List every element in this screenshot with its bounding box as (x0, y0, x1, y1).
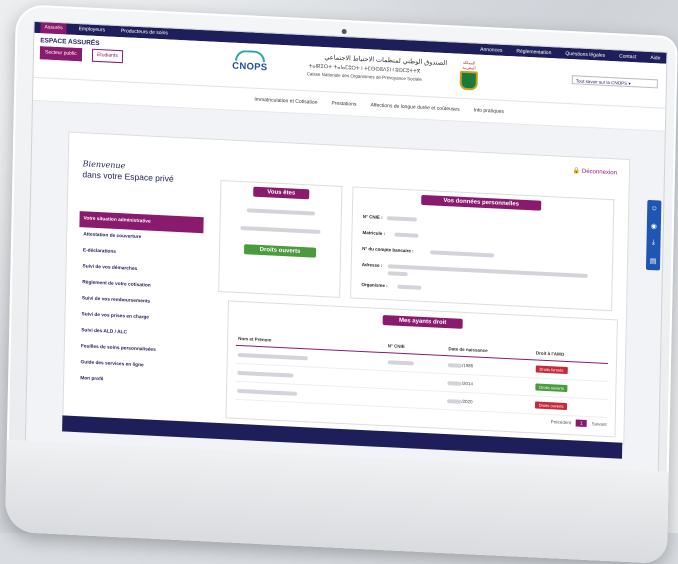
droit-badge: Droits ouverts (535, 383, 568, 393)
content-card: 🔒 Déconnexion Bienvenue dans votre Espac… (62, 131, 631, 445)
deconnexion-link[interactable]: 🔒 Déconnexion (573, 167, 617, 176)
link-aide[interactable]: Aide (650, 55, 660, 61)
link-questions[interactable]: Questions légales (565, 50, 605, 58)
tout-savoir-label: Tout savoir sur la CNOPS (575, 78, 628, 86)
lock-icon: 🔒 (572, 168, 581, 175)
book-icon[interactable]: ▤ (650, 257, 657, 265)
redacted-cell (237, 370, 294, 378)
vous-etes-title: Vous êtes (253, 186, 310, 200)
secteur-public-button[interactable]: Secteur public (39, 46, 82, 62)
birth-date: /1985 (462, 362, 474, 369)
redacted-matricule (394, 232, 419, 238)
download-icon[interactable]: ⤓ (652, 240, 655, 248)
camera-dot (341, 28, 347, 35)
deconnexion-label: Déconnexion (581, 168, 617, 177)
field-cnie: N° CNIE : (362, 213, 383, 220)
droit-badge: Droits fermés (535, 365, 568, 375)
kingdom-emblem-icon: المملكة المغربية (458, 59, 481, 91)
screen: Assurés Employeurs Producteurs de soins … (24, 20, 668, 474)
welcome-title: dans votre Espace privé (82, 169, 174, 184)
pager-prev[interactable]: Précédent (551, 419, 572, 425)
redacted-cnie (386, 216, 417, 222)
location-icon[interactable]: ◉ (651, 222, 657, 230)
redacted-status (240, 226, 321, 234)
nav-immatriculation[interactable]: Immatriculation et Cotisation (254, 97, 317, 106)
tout-savoir-dropdown[interactable]: Tout savoir sur la CNOPS ▾ (571, 75, 658, 89)
donnees-title: Vos données personnelles (421, 194, 542, 211)
field-matricule: Matricule : (362, 229, 386, 237)
field-organisme: Organisme : (361, 281, 388, 289)
cnops-logo[interactable]: CNOPS (228, 49, 273, 79)
redacted-organisme (397, 284, 422, 290)
birth-date: /2014 (461, 380, 474, 387)
side-tools: ☺ ◉ ⤓ ▤ (645, 199, 662, 271)
pagination: Précédent 1 Suivant (551, 418, 607, 428)
redacted-adresse (387, 264, 588, 278)
redacted-name (246, 208, 315, 216)
link-reglementation[interactable]: Réglementation (516, 48, 551, 56)
redacted-cell (447, 380, 462, 386)
field-adresse: Adresse : (361, 261, 383, 268)
link-annonces[interactable]: Annonces (480, 46, 502, 53)
redacted-cell (447, 398, 462, 404)
espace-title: ESPACE ASSURÉS (40, 37, 100, 48)
link-contact[interactable]: Contact (619, 53, 636, 60)
droit-badge: Droits ouverts (534, 401, 568, 411)
side-menu: Votre situation administrative Attestati… (76, 211, 204, 393)
pager-next[interactable]: Suivant (592, 421, 607, 427)
droits-ouverts-badge: Droits ouverts (243, 244, 317, 258)
ayants-title: Mes ayants droit (382, 314, 463, 329)
nav-info[interactable]: Info pratiques (474, 107, 504, 114)
emblem-label: المملكة المغربية (462, 59, 476, 71)
monitor-frame: Assurés Employeurs Producteurs de soins … (4, 4, 678, 564)
vous-etes-panel: Vous êtes Droits ouverts (218, 180, 343, 298)
shield-icon (459, 70, 478, 91)
ayants-droit-panel: Mes ayants droit Nom et Prénom N° CNIE D… (225, 300, 618, 438)
donnees-panel: Vos données personnelles N° CNIE : Matri… (350, 186, 615, 312)
logo-text: CNOPS (232, 60, 268, 74)
redacted-compte (430, 250, 495, 258)
ayants-table: Nom et Prénom N° CNIE Date de naissance … (234, 331, 609, 418)
etudiants-button[interactable]: Etudiants (91, 48, 123, 64)
birth-date: /2020 (461, 398, 473, 405)
nav-affections[interactable]: Affections de longue durée et coûteuses (370, 102, 459, 112)
nav-prestations[interactable]: Prestations (331, 100, 356, 107)
redacted-cell (237, 388, 298, 396)
redacted-cell (387, 359, 414, 365)
redacted-cell (237, 352, 308, 360)
pager-current[interactable]: 1 (576, 419, 587, 427)
redacted-adresse-2 (387, 271, 408, 277)
redacted-cell (448, 363, 463, 368)
user-icon[interactable]: ☺ (651, 205, 658, 212)
field-compte: N° du compte bancaire : (362, 245, 414, 254)
